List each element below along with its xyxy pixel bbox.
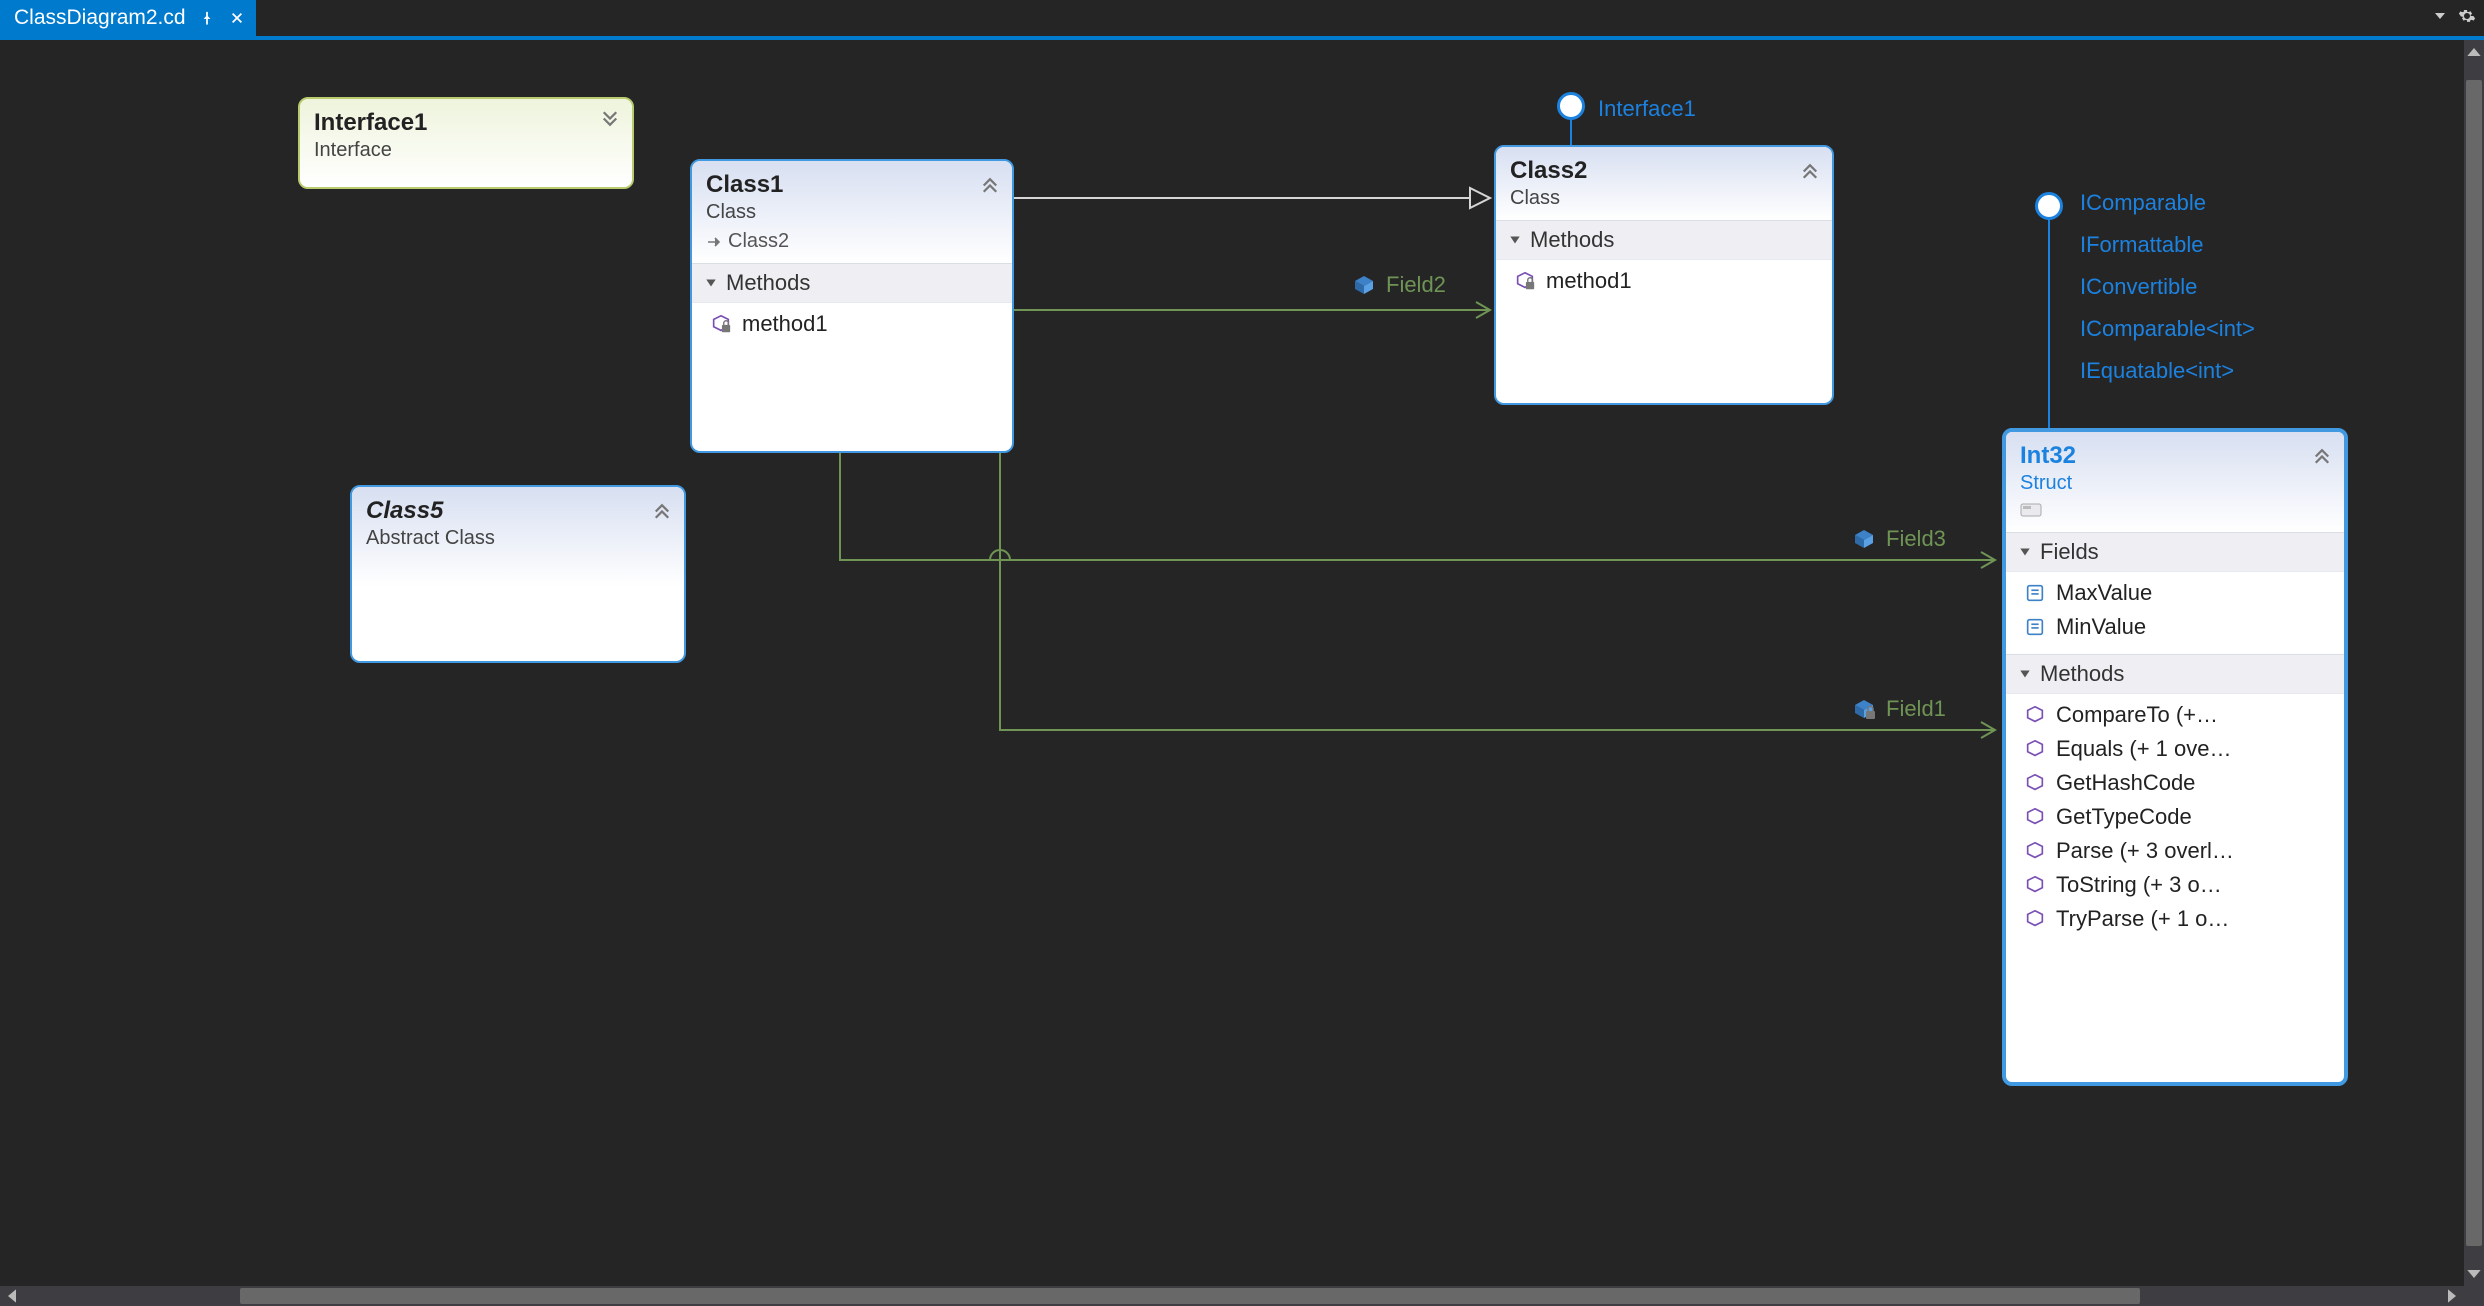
association-label-field1[interactable]: Field1 [1852, 696, 1946, 722]
interface-lollipop-label[interactable]: Interface1 [1598, 96, 1696, 122]
method-item[interactable]: CompareTo (+… [2016, 698, 2334, 732]
lollipop-icon[interactable] [1557, 92, 1585, 120]
type-kind: Struct [2020, 472, 2330, 495]
type-title: Int32 [2020, 442, 2330, 470]
type-title: Class5 [366, 497, 670, 525]
method-icon [2024, 806, 2046, 828]
section-header-fields[interactable]: Fields [2006, 532, 2344, 572]
interface-lollipop-label[interactable]: IComparable [2080, 190, 2206, 216]
type-title: Class2 [1510, 157, 1818, 185]
method-item[interactable]: method1 [702, 307, 1002, 341]
triangle-down-icon [704, 276, 718, 290]
metadata-icon [2020, 503, 2330, 522]
method-icon [2024, 874, 2046, 896]
base-type[interactable]: Class2 [706, 230, 998, 253]
app-root: ClassDiagram2.cd [0, 0, 2484, 1306]
method-icon [2024, 738, 2046, 760]
vertical-scrollbar[interactable] [2464, 40, 2484, 1286]
method-item[interactable]: Equals (+ 1 ove… [2016, 732, 2334, 766]
scroll-corner [2464, 1286, 2484, 1306]
type-title: Class1 [706, 171, 998, 199]
method-icon [2024, 908, 2046, 930]
field-private-icon [1852, 697, 1876, 721]
document-tab[interactable]: ClassDiagram2.cd [0, 0, 256, 36]
section-header-methods[interactable]: Methods [2006, 654, 2344, 694]
collapse-icon[interactable] [980, 173, 1000, 198]
tabbar: ClassDiagram2.cd [0, 0, 2484, 36]
lollipop-icon[interactable] [2035, 192, 2063, 220]
method-private-icon [710, 313, 732, 335]
method-icon [2024, 704, 2046, 726]
method-icon [2024, 772, 2046, 794]
horizontal-scrollbar[interactable] [0, 1286, 2464, 1306]
constant-icon [2024, 582, 2046, 604]
association-label-field2[interactable]: Field2 [1352, 272, 1446, 298]
scroll-left-icon[interactable] [4, 1288, 20, 1304]
field-icon [1352, 273, 1376, 297]
interface-lollipop-label[interactable]: IConvertible [2080, 274, 2197, 300]
shape-class1[interactable]: Class1 Class Class2 Methods method1 [690, 159, 1014, 453]
type-title: Interface1 [314, 109, 618, 137]
pin-icon[interactable] [198, 9, 216, 27]
scroll-thumb[interactable] [2466, 80, 2482, 1246]
diagram-canvas[interactable]: Field2 Field3 Field1 Interface1 Interfac… [0, 40, 2484, 1286]
field-item[interactable]: MaxValue [2016, 576, 2334, 610]
type-kind: Class [1510, 187, 1818, 210]
method-item[interactable]: TryParse (+ 1 o… [2016, 902, 2334, 936]
field-icon [1852, 527, 1876, 551]
collapse-icon[interactable] [1800, 159, 1820, 184]
collapse-icon[interactable] [2312, 444, 2332, 469]
method-item[interactable]: GetHashCode [2016, 766, 2334, 800]
method-icon [2024, 840, 2046, 862]
section-header-methods[interactable]: Methods [692, 263, 1012, 303]
arrow-right-icon [706, 234, 722, 250]
type-kind: Interface [314, 139, 618, 162]
dropdown-icon[interactable] [2434, 9, 2446, 27]
method-item[interactable]: method1 [1506, 264, 1822, 298]
lollipop-connector [2048, 214, 2050, 428]
method-item[interactable]: ToString (+ 3 o… [2016, 868, 2334, 902]
gear-icon[interactable] [2458, 7, 2476, 30]
method-item[interactable]: Parse (+ 3 overl… [2016, 834, 2334, 868]
triangle-down-icon [2018, 545, 2032, 559]
association-label-field3[interactable]: Field3 [1852, 526, 1946, 552]
collapse-icon[interactable] [652, 499, 672, 524]
scroll-up-icon[interactable] [2466, 44, 2482, 60]
constant-icon [2024, 616, 2046, 638]
close-icon[interactable] [228, 9, 246, 27]
section-header-methods[interactable]: Methods [1496, 220, 1832, 260]
shape-int32[interactable]: Int32 Struct Fields MaxValue MinValue [2002, 428, 2348, 1086]
scroll-thumb[interactable] [240, 1288, 2140, 1304]
shape-class2[interactable]: Class2 Class Methods method1 [1494, 145, 1834, 405]
shape-class5[interactable]: Class5 Abstract Class [350, 485, 686, 663]
interface-lollipop-label[interactable]: IComparable<int> [2080, 316, 2255, 342]
field-item[interactable]: MinValue [2016, 610, 2334, 644]
method-item[interactable]: GetTypeCode [2016, 800, 2334, 834]
interface-lollipop-label[interactable]: IEquatable<int> [2080, 358, 2234, 384]
type-kind: Abstract Class [366, 527, 670, 550]
scroll-down-icon[interactable] [2466, 1266, 2482, 1282]
triangle-down-icon [2018, 667, 2032, 681]
type-kind: Class [706, 201, 998, 224]
scroll-right-icon[interactable] [2444, 1288, 2460, 1304]
shape-interface1[interactable]: Interface1 Interface [298, 97, 634, 189]
triangle-down-icon [1508, 233, 1522, 247]
expand-icon[interactable] [600, 111, 620, 136]
interface-lollipop-label[interactable]: IFormattable [2080, 232, 2204, 258]
method-private-icon [1514, 270, 1536, 292]
tab-title: ClassDiagram2.cd [14, 6, 186, 30]
